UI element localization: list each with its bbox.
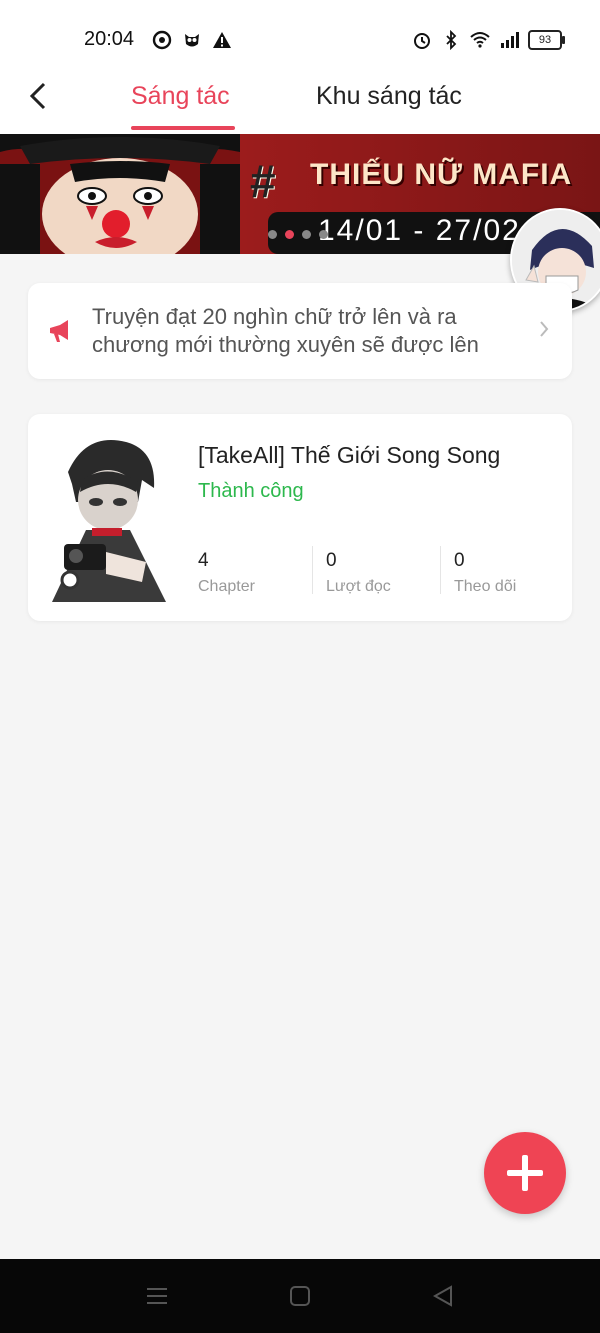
active-tab-indicator	[131, 126, 235, 130]
stat-chapter: 4 Chapter	[198, 550, 255, 596]
menu-icon[interactable]	[144, 1283, 170, 1309]
stat-views: 0 Lượt đọc	[326, 550, 391, 596]
battery-icon: 93	[528, 30, 565, 50]
tab-sang-tac[interactable]: Sáng tác	[131, 82, 230, 111]
status-bar: 20:04 93	[0, 0, 600, 64]
stat-divider	[312, 546, 313, 594]
banner-date-range: 14/01 - 27/02	[318, 214, 521, 247]
banner-clown-illustration	[0, 134, 240, 254]
bluetooth-icon	[446, 30, 457, 50]
stat-value: 4	[198, 550, 209, 571]
notice-card[interactable]: Truyện đạt 20 nghìn chữ trở lên và ra ch…	[28, 283, 572, 379]
tab-khu-sang-tac[interactable]: Khu sáng tác	[316, 82, 462, 111]
banner-hashtag: #	[250, 155, 276, 207]
back-button[interactable]	[20, 78, 56, 114]
battery-level: 93	[538, 34, 552, 46]
add-story-button[interactable]	[484, 1132, 566, 1214]
banner-title: THIẾU NỮ MAFIA	[310, 158, 573, 191]
stat-label: Lượt đọc	[326, 578, 391, 595]
stat-divider	[440, 546, 441, 594]
carousel-dots	[268, 230, 328, 239]
plus-icon	[507, 1155, 543, 1191]
stat-label: Theo dõi	[454, 578, 517, 595]
carousel-dot[interactable]	[302, 230, 311, 239]
promo-banner[interactable]: # THIẾU NỮ MAFIA 14/01 - 27/02	[0, 134, 600, 254]
carousel-dot[interactable]	[319, 230, 328, 239]
story-title: [TakeAll] Thế Giới Song Song	[198, 442, 501, 468]
home-icon[interactable]	[287, 1283, 313, 1309]
stat-label: Chapter	[198, 578, 255, 595]
notice-text: Truyện đạt 20 nghìn chữ trở lên và ra ch…	[92, 304, 479, 357]
stat-value: 0	[454, 550, 465, 571]
alarm-icon	[414, 33, 430, 49]
story-cover	[46, 432, 174, 602]
cover-illustration	[46, 432, 174, 602]
owl-icon	[185, 34, 199, 47]
chevron-right-icon	[540, 321, 549, 337]
chrome-icon	[152, 30, 172, 50]
carousel-dot-active[interactable]	[285, 230, 294, 239]
status-time: 20:04	[84, 28, 135, 50]
wifi-icon	[470, 32, 490, 48]
chevron-left-icon	[29, 82, 46, 110]
carousel-dot[interactable]	[268, 230, 277, 239]
top-nav: Sáng tác Khu sáng tác	[0, 64, 600, 134]
stat-followers: 0 Theo dõi	[454, 550, 516, 596]
signal-icon	[501, 32, 519, 48]
stat-value: 0	[326, 550, 337, 571]
warning-icon	[213, 32, 231, 48]
story-status: Thành công	[198, 480, 304, 502]
back-triangle-icon[interactable]	[430, 1283, 456, 1309]
story-card[interactable]: [TakeAll] Thế Giới Song Song Thành công …	[28, 414, 572, 621]
system-nav-bar	[0, 1259, 600, 1333]
megaphone-icon	[50, 320, 68, 342]
